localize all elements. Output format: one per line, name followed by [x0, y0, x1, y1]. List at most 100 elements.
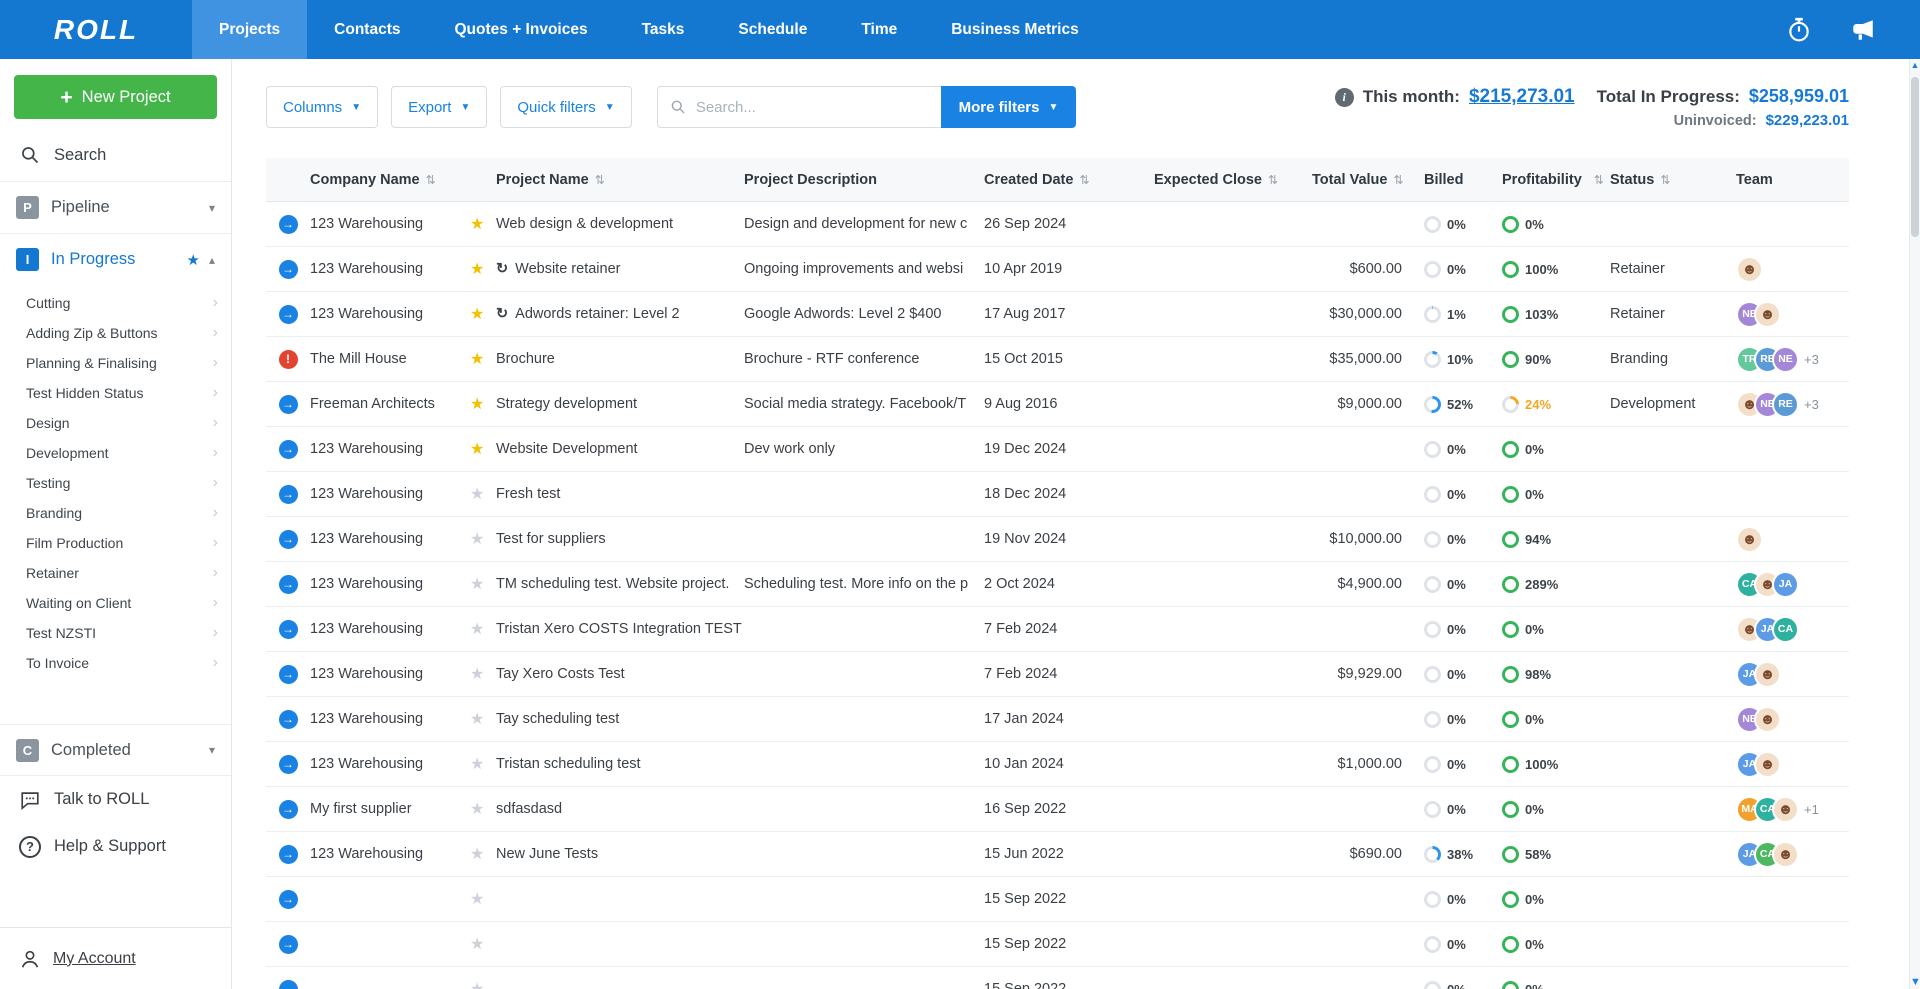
expand-row-icon[interactable]: →	[279, 575, 298, 594]
favorite-star-icon[interactable]: ★	[470, 981, 484, 989]
sidebar-item-my-account[interactable]: My Account	[0, 927, 231, 989]
company-name[interactable]: 123 Warehousing	[310, 261, 470, 277]
sidebar-item-talk-to-roll[interactable]: Talk to ROLL	[0, 776, 231, 823]
company-name[interactable]: 123 Warehousing	[310, 486, 470, 502]
chevron-down-icon[interactable]: ▾	[209, 201, 215, 215]
project-name[interactable]: Tay Xero Costs Test	[496, 666, 625, 682]
project-name[interactable]: Tay scheduling test	[496, 711, 619, 727]
expand-row-icon[interactable]: →	[279, 800, 298, 819]
nav-tab-business-metrics[interactable]: Business Metrics	[924, 0, 1106, 59]
export-dropdown[interactable]: Export ▼	[391, 86, 487, 128]
project-name[interactable]: Adwords retainer: Level 2	[515, 306, 679, 322]
expand-row-icon[interactable]: →	[279, 755, 298, 774]
expand-row-icon[interactable]: →	[279, 305, 298, 324]
project-name[interactable]: Fresh test	[496, 486, 560, 502]
sidebar-section-in-progress[interactable]: I In Progress ★ ▴	[0, 233, 231, 285]
expand-row-icon[interactable]: →	[279, 665, 298, 684]
company-name[interactable]: 123 Warehousing	[310, 441, 470, 457]
table-row[interactable]: → 123 Warehousing ★ Tay scheduling test …	[266, 697, 1849, 742]
expand-row-icon[interactable]: →	[279, 845, 298, 864]
table-row[interactable]: → 123 Warehousing ★ Website Development …	[266, 427, 1849, 472]
sidebar-status-item[interactable]: Film Production ›	[26, 528, 231, 558]
nav-tab-contacts[interactable]: Contacts	[307, 0, 427, 59]
column-header-status[interactable]: Status⇅	[1610, 172, 1736, 188]
project-name[interactable]: Web design & development	[496, 216, 673, 232]
company-name[interactable]: 123 Warehousing	[310, 711, 470, 727]
sort-icon[interactable]: ⇅	[1594, 173, 1604, 187]
company-name[interactable]: 123 Warehousing	[310, 531, 470, 547]
sidebar-status-item[interactable]: Planning & Finalising ›	[26, 348, 231, 378]
favorite-star-icon[interactable]: ★	[470, 756, 484, 773]
table-row[interactable]: → Freeman Architects ★ Strategy developm…	[266, 382, 1849, 427]
company-name[interactable]: Freeman Architects	[310, 396, 470, 412]
table-row[interactable]: → 123 Warehousing ★ TM scheduling test. …	[266, 562, 1849, 607]
favorite-star-icon[interactable]: ★	[470, 531, 484, 548]
megaphone-icon[interactable]	[1850, 17, 1876, 43]
vertical-scrollbar[interactable]: ▲ ▼	[1909, 59, 1920, 989]
nav-tab-quotes-invoices[interactable]: Quotes + Invoices	[428, 0, 615, 59]
chevron-up-icon[interactable]: ▴	[209, 253, 215, 267]
favorite-star-icon[interactable]: ★	[470, 261, 484, 278]
table-row[interactable]: → 123 Warehousing ★ Web design & develop…	[266, 202, 1849, 247]
expand-row-icon[interactable]: →	[279, 620, 298, 639]
sidebar-status-item[interactable]: Development ›	[26, 438, 231, 468]
company-name[interactable]: 123 Warehousing	[310, 666, 470, 682]
favorite-star-icon[interactable]: ★	[470, 891, 484, 908]
sidebar-status-item[interactable]: Branding ›	[26, 498, 231, 528]
more-filters-button[interactable]: More filters ▼	[941, 86, 1077, 128]
favorite-star-icon[interactable]: ★	[470, 846, 484, 863]
sidebar-item-help-support[interactable]: ? Help & Support	[0, 823, 231, 870]
table-row[interactable]: → 123 Warehousing ★ New June Tests 15 Ju…	[266, 832, 1849, 877]
sidebar-status-item[interactable]: Test Hidden Status ›	[26, 378, 231, 408]
column-header-profitability[interactable]: Profitability⇅	[1502, 172, 1610, 188]
timer-icon[interactable]	[1786, 17, 1812, 43]
company-name[interactable]: 123 Warehousing	[310, 306, 470, 322]
company-name[interactable]: 123 Warehousing	[310, 621, 470, 637]
nav-tab-time[interactable]: Time	[834, 0, 924, 59]
expand-row-icon[interactable]: →	[279, 395, 298, 414]
column-header-total-value[interactable]: Total Value⇅	[1312, 172, 1424, 188]
table-row[interactable]: → 123 Warehousing ★ Fresh test 18 Dec 20…	[266, 472, 1849, 517]
favorite-star-icon[interactable]: ★	[470, 306, 484, 323]
company-name[interactable]: My first supplier	[310, 801, 470, 817]
expand-row-icon[interactable]: →	[279, 890, 298, 909]
nav-tab-projects[interactable]: Projects	[192, 0, 307, 59]
project-name[interactable]: Brochure	[496, 351, 555, 367]
table-row[interactable]: ! The Mill House ★ Brochure Brochure - R…	[266, 337, 1849, 382]
company-name[interactable]: 123 Warehousing	[310, 756, 470, 772]
favorite-star-icon[interactable]: ★	[470, 936, 484, 953]
table-row[interactable]: → 123 Warehousing ★ Tay Xero Costs Test …	[266, 652, 1849, 697]
column-header-project[interactable]: Project Name⇅	[496, 172, 744, 188]
project-name[interactable]: Tristan scheduling test	[496, 756, 641, 772]
table-row[interactable]: → 123 Warehousing ★ Test for suppliers 1…	[266, 517, 1849, 562]
table-row[interactable]: → 123 Warehousing ★ ↻Adwords retainer: L…	[266, 292, 1849, 337]
scroll-down-arrow-icon[interactable]: ▼	[1910, 976, 1920, 988]
sidebar-section-completed[interactable]: C Completed ▾	[0, 724, 231, 776]
project-name[interactable]: Tristan Xero COSTS Integration TEST	[496, 621, 742, 637]
project-name[interactable]: Website retainer	[515, 261, 620, 277]
project-name[interactable]: New June Tests	[496, 846, 598, 862]
table-row[interactable]: → My first supplier ★ sdfasdasd 16 Sep 2…	[266, 787, 1849, 832]
expand-row-icon[interactable]: →	[279, 980, 298, 989]
favorite-star-icon[interactable]: ★	[470, 441, 484, 458]
sort-icon[interactable]: ⇅	[1393, 173, 1403, 187]
favorite-star-icon[interactable]: ★	[470, 666, 484, 683]
sort-icon[interactable]: ⇅	[1079, 173, 1089, 187]
new-project-button[interactable]: + New Project	[14, 75, 217, 119]
favorite-star-icon[interactable]: ★	[470, 486, 484, 503]
sidebar-status-item[interactable]: Adding Zip & Buttons ›	[26, 318, 231, 348]
project-name[interactable]: TM scheduling test. Website project.	[496, 576, 729, 592]
project-name[interactable]: Test for suppliers	[496, 531, 606, 547]
expand-row-icon[interactable]: →	[279, 935, 298, 954]
table-row[interactable]: → 123 Warehousing ★ Tristan Xero COSTS I…	[266, 607, 1849, 652]
expand-row-icon[interactable]: →	[279, 215, 298, 234]
info-icon[interactable]: i	[1335, 88, 1354, 107]
company-name[interactable]: 123 Warehousing	[310, 576, 470, 592]
columns-dropdown[interactable]: Columns ▼	[266, 86, 378, 128]
project-name[interactable]: sdfasdasd	[496, 801, 562, 817]
sidebar-item-search[interactable]: Search	[0, 129, 231, 181]
search-input[interactable]	[696, 99, 929, 116]
sort-icon[interactable]: ⇅	[1268, 173, 1278, 187]
sidebar-status-item[interactable]: Cutting ›	[26, 288, 231, 318]
column-header-expected-close[interactable]: Expected Close⇅	[1154, 172, 1312, 188]
